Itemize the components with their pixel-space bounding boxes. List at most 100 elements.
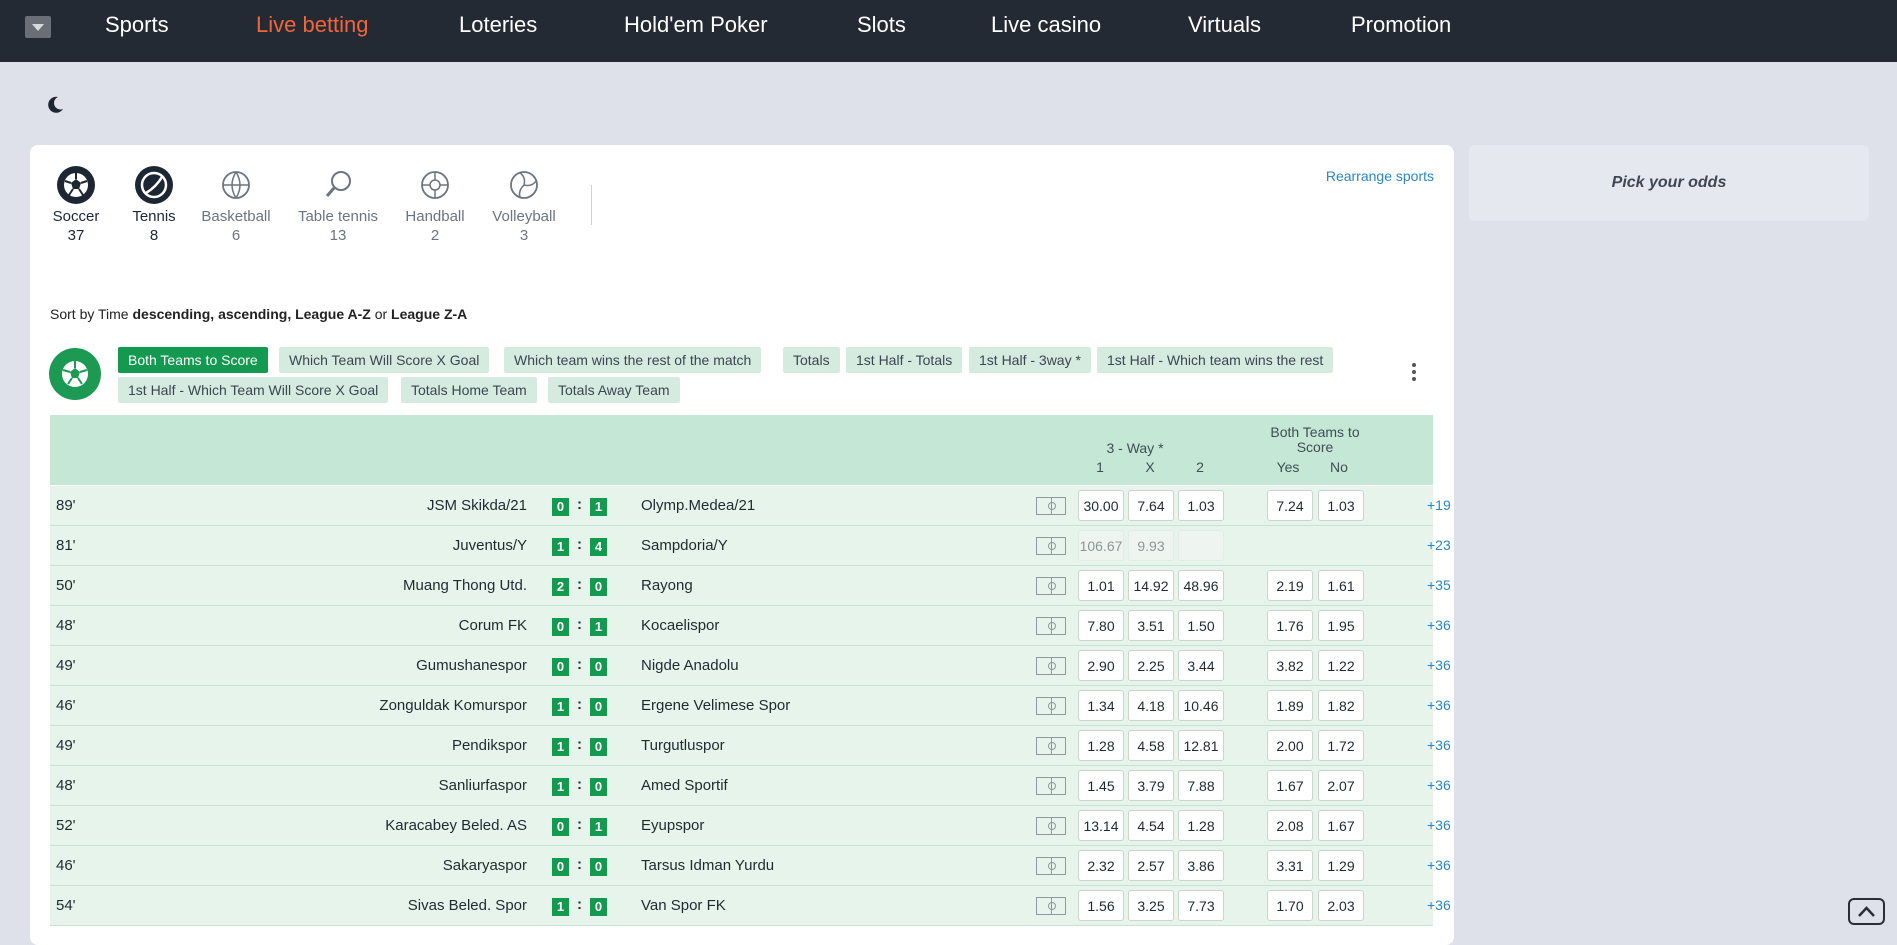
odd-away-win[interactable]: 1.28: [1178, 810, 1224, 841]
odd-away-win[interactable]: 7.88: [1178, 770, 1224, 801]
odd-home-win[interactable]: 13.14: [1078, 810, 1124, 841]
match-field-icon[interactable]: [1036, 897, 1066, 915]
odd-home-win[interactable]: 2.32: [1078, 850, 1124, 881]
odd-draw[interactable]: 4.54: [1128, 810, 1174, 841]
odd-away-win[interactable]: 10.46: [1178, 690, 1224, 721]
odd-home-win[interactable]: 1.56: [1078, 890, 1124, 921]
nav-holdem-poker[interactable]: Hold'em Poker: [624, 12, 768, 38]
odd-home-win[interactable]: 1.01: [1078, 570, 1124, 601]
odd-btts-no[interactable]: 1.67: [1318, 810, 1364, 841]
odd-home-win[interactable]: 1.34: [1078, 690, 1124, 721]
market-chip-1st-half-wins-rest[interactable]: 1st Half - Which team wins the rest: [1097, 347, 1334, 373]
odd-away-win[interactable]: 3.44: [1178, 650, 1224, 681]
match-field-icon[interactable]: [1036, 537, 1066, 555]
sport-handball[interactable]: Handball 2: [400, 165, 470, 244]
home-team-name[interactable]: Karacabey Beled. AS: [385, 806, 527, 845]
nav-virtuals[interactable]: Virtuals: [1188, 12, 1261, 38]
odd-btts-no[interactable]: 1.03: [1318, 490, 1364, 521]
rearrange-sports-link[interactable]: Rearrange sports: [1326, 168, 1434, 184]
odd-draw[interactable]: 14.92: [1128, 570, 1174, 601]
odd-home-win[interactable]: 7.80: [1078, 610, 1124, 641]
match-field-icon[interactable]: [1036, 497, 1066, 515]
odd-btts-yes[interactable]: 3.31: [1267, 850, 1313, 881]
sport-volleyball[interactable]: Volleyball 3: [488, 165, 560, 244]
match-field-icon[interactable]: [1036, 777, 1066, 795]
odd-draw[interactable]: 7.64: [1128, 490, 1174, 521]
odd-btts-no[interactable]: 1.22: [1318, 650, 1364, 681]
match-field-icon[interactable]: [1036, 577, 1066, 595]
odd-draw[interactable]: 2.57: [1128, 850, 1174, 881]
odd-draw[interactable]: 2.25: [1128, 650, 1174, 681]
match-row[interactable]: 46' Zonguldak Komurspor 1:0 Ergene Velimese…: [50, 686, 1451, 726]
odd-btts-yes[interactable]: 1.76: [1267, 610, 1313, 641]
odd-away-win[interactable]: 1.03: [1178, 490, 1224, 521]
odd-btts-yes[interactable]: 2.08: [1267, 810, 1313, 841]
away-team-name[interactable]: Turgutluspor: [641, 726, 725, 765]
odd-draw[interactable]: 4.58: [1128, 730, 1174, 761]
odd-btts-no[interactable]: 2.03: [1318, 890, 1364, 921]
odd-home-win[interactable]: 2.90: [1078, 650, 1124, 681]
market-chip-1st-half-totals[interactable]: 1st Half - Totals: [846, 347, 963, 373]
market-chip-both-teams-to-score[interactable]: Both Teams to Score: [118, 347, 268, 373]
market-chip-which-team-score-x-goal[interactable]: Which Team Will Score X Goal: [279, 347, 490, 373]
odd-btts-yes[interactable]: 1.89: [1267, 690, 1313, 721]
odd-draw[interactable]: 4.18: [1128, 690, 1174, 721]
sport-table-tennis[interactable]: Table tennis 13: [292, 165, 384, 244]
odd-away-win[interactable]: 48.96: [1178, 570, 1224, 601]
more-markets-link[interactable]: +36: [1427, 646, 1451, 685]
odd-home-win[interactable]: 1.45: [1078, 770, 1124, 801]
odd-draw[interactable]: 3.79: [1128, 770, 1174, 801]
market-chip-1st-half-3way[interactable]: 1st Half - 3way *: [969, 347, 1091, 373]
home-team-name[interactable]: Corum FK: [459, 606, 527, 645]
odd-btts-yes[interactable]: 1.70: [1267, 890, 1313, 921]
match-row[interactable]: 49' Gumushanespor 0:0 Nigde Anadolu 2.90 2.25…: [50, 646, 1451, 686]
away-team-name[interactable]: Nigde Anadolu: [641, 646, 739, 685]
market-chip-totals-away-team[interactable]: Totals Away Team: [548, 377, 680, 403]
match-row[interactable]: 81' Juventus/Y 1:4 Sampdoria/Y 106.67 9.93 +23: [50, 526, 1451, 566]
scroll-to-top-button[interactable]: [1848, 898, 1885, 925]
sport-soccer[interactable]: Soccer 37: [48, 165, 104, 244]
match-row[interactable]: 48' Sanliurfaspor 1:0 Amed Sportif 1.45 3.79 7…: [50, 766, 1451, 806]
nav-loteries[interactable]: Loteries: [459, 12, 537, 38]
odd-btts-no[interactable]: 1.61: [1318, 570, 1364, 601]
sport-tennis[interactable]: Tennis 8: [124, 165, 184, 244]
market-chip-which-team-wins-rest[interactable]: Which team wins the rest of the match: [504, 347, 762, 373]
odd-draw[interactable]: 3.25: [1128, 890, 1174, 921]
home-team-name[interactable]: Pendikspor: [452, 726, 527, 765]
odd-away-win[interactable]: 12.81: [1178, 730, 1224, 761]
more-markets-link[interactable]: +19: [1427, 486, 1451, 525]
home-team-name[interactable]: Juventus/Y: [453, 526, 527, 565]
match-field-icon[interactable]: [1036, 657, 1066, 675]
odd-away-win[interactable]: 3.86: [1178, 850, 1224, 881]
away-team-name[interactable]: Olymp.Medea/21: [641, 486, 755, 525]
home-team-name[interactable]: Zonguldak Komurspor: [379, 686, 527, 725]
match-row[interactable]: 48' Corum FK 0:1 Kocaelispor 7.80 3.51 1.50 1.7…: [50, 606, 1451, 646]
match-row[interactable]: 46' Sakaryaspor 0:0 Tarsus Idman Yurdu 2.32 2…: [50, 846, 1451, 886]
nav-slots[interactable]: Slots: [857, 12, 906, 38]
match-row[interactable]: 89' JSM Skikda/21 0:1 Olymp.Medea/21 30.00 7.…: [50, 486, 1451, 526]
more-markets-link[interactable]: +36: [1427, 846, 1451, 885]
market-chip-1st-half-score-x-goal[interactable]: 1st Half - Which Team Will Score X Goal: [118, 377, 389, 403]
odd-btts-no[interactable]: 1.72: [1318, 730, 1364, 761]
nav-live-casino[interactable]: Live casino: [991, 12, 1101, 38]
more-markets-link[interactable]: +23: [1427, 526, 1451, 565]
match-field-icon[interactable]: [1036, 817, 1066, 835]
match-row[interactable]: 52' Karacabey Beled. AS 0:1 Eyupspor 13.14 4.…: [50, 806, 1451, 846]
more-markets-link[interactable]: +36: [1427, 606, 1451, 645]
odd-btts-yes[interactable]: 2.00: [1267, 730, 1313, 761]
market-chip-totals-home-team[interactable]: Totals Home Team: [401, 377, 537, 403]
home-team-name[interactable]: Sanliurfaspor: [439, 766, 527, 805]
odd-btts-no[interactable]: 1.95: [1318, 610, 1364, 641]
menu-dropdown-icon[interactable]: [25, 16, 51, 38]
away-team-name[interactable]: Tarsus Idman Yurdu: [641, 846, 774, 885]
sort-league-z-a[interactable]: League Z-A: [391, 306, 467, 322]
match-row[interactable]: 49' Pendikspor 1:0 Turgutluspor 1.28 4.58 12.8…: [50, 726, 1451, 766]
more-markets-link[interactable]: +36: [1427, 686, 1451, 725]
away-team-name[interactable]: Sampdoria/Y: [641, 526, 728, 565]
odd-btts-yes[interactable]: 2.19: [1267, 570, 1313, 601]
match-field-icon[interactable]: [1036, 857, 1066, 875]
odd-btts-yes[interactable]: 7.24: [1267, 490, 1313, 521]
odd-btts-yes[interactable]: 1.67: [1267, 770, 1313, 801]
more-markets-link[interactable]: +36: [1427, 806, 1451, 845]
more-options-icon[interactable]: [1412, 363, 1416, 384]
